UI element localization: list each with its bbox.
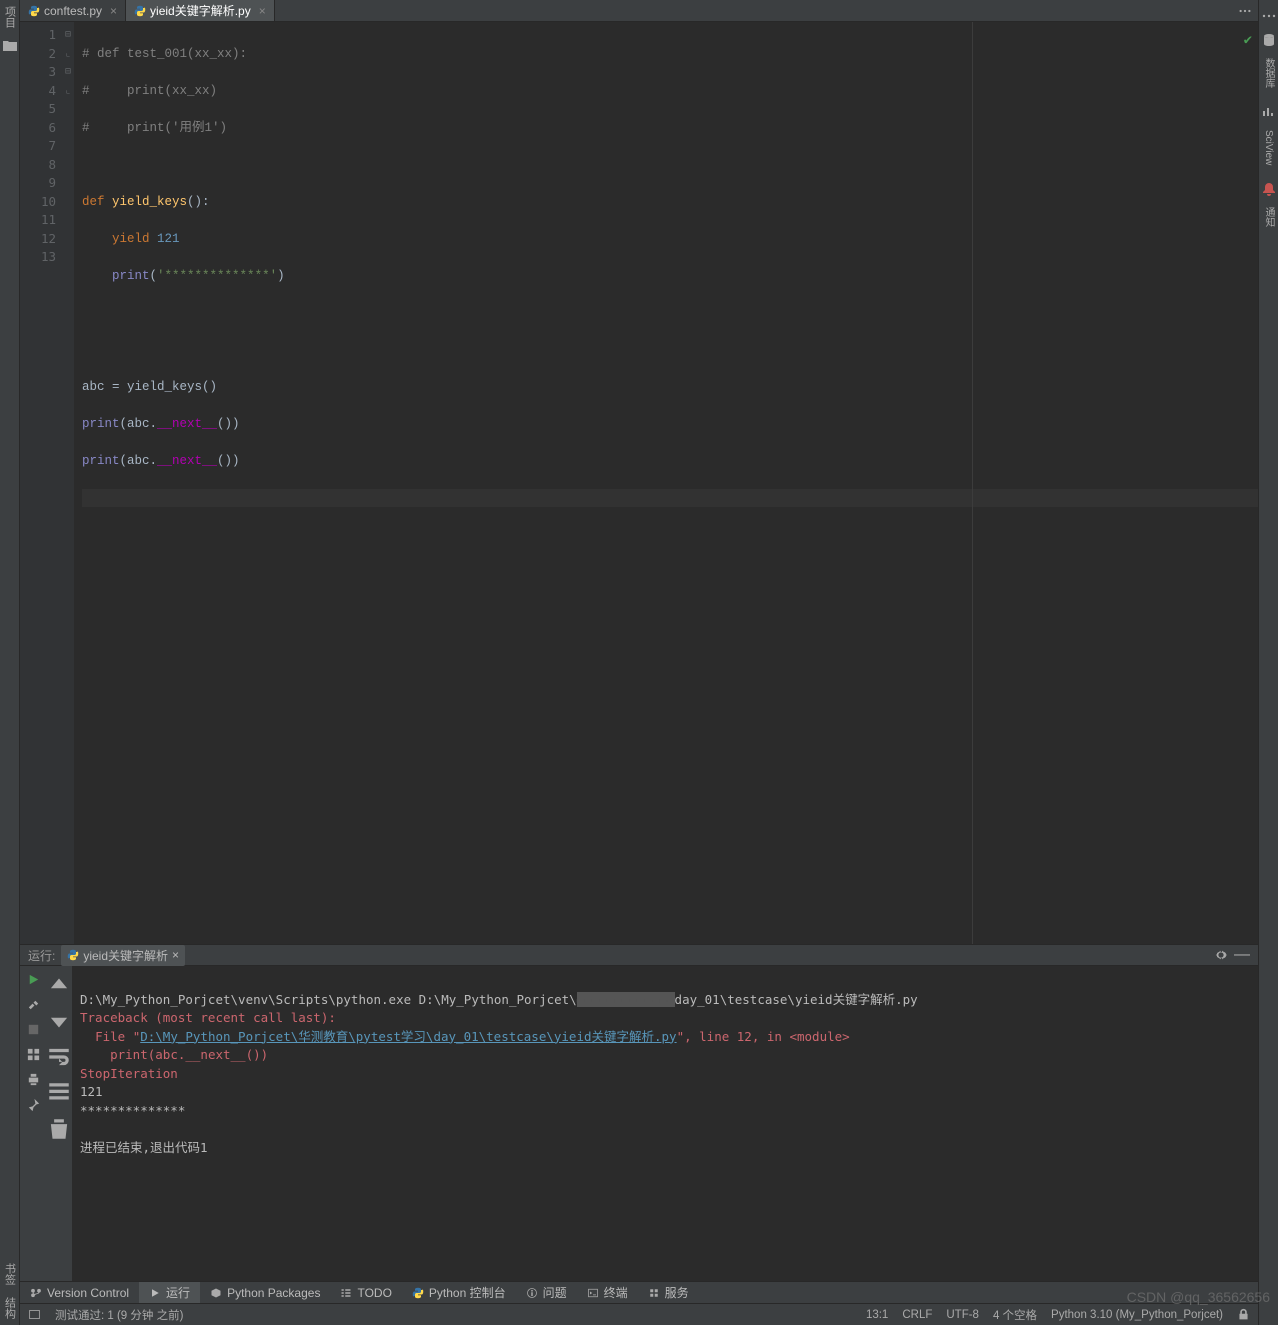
interpreter[interactable]: Python 3.10 (My_Python_Porjcet): [1051, 1309, 1223, 1321]
editor-tabs: conftest.py × yieid关键字解析.py ×: [20, 0, 1258, 22]
tab-terminal[interactable]: 终端: [577, 1282, 638, 1303]
python-icon: [28, 5, 40, 17]
bookmarks-tool[interactable]: 书签: [2, 1257, 18, 1291]
line-gutter: 12345678910111213: [20, 22, 62, 944]
sciview-tool[interactable]: SciView: [1263, 124, 1274, 171]
close-icon[interactable]: ×: [110, 4, 117, 18]
left-sidebar: 项目 书签 结构: [0, 0, 20, 1325]
run-label: 运行:: [28, 947, 55, 964]
play-icon: [149, 1287, 161, 1299]
down-icon[interactable]: [46, 1008, 72, 1034]
tab-pyconsole[interactable]: Python 控制台: [402, 1282, 516, 1303]
right-sidebar: 数据库 SciView 通知: [1258, 0, 1278, 1325]
up-icon[interactable]: [46, 972, 72, 998]
tab-packages[interactable]: Python Packages: [200, 1282, 330, 1303]
tool-icon[interactable]: [26, 997, 41, 1012]
indent[interactable]: 4 个空格: [993, 1307, 1037, 1323]
python-icon: [412, 1287, 424, 1299]
scroll-icon[interactable]: [46, 1080, 72, 1106]
gear-icon[interactable]: [1214, 948, 1228, 962]
sciview-icon[interactable]: [1261, 104, 1277, 120]
console-toolbar: [46, 966, 72, 1281]
stop-icon[interactable]: [26, 1022, 41, 1037]
print-icon[interactable]: [26, 1072, 41, 1087]
tab-label: yieid关键字解析.py: [150, 2, 251, 19]
more-icon[interactable]: [1261, 8, 1277, 24]
tab-yield[interactable]: yieid关键字解析.py ×: [126, 0, 275, 21]
more-icon[interactable]: [1238, 4, 1252, 18]
inspection-ok-icon[interactable]: ✔: [1244, 32, 1252, 51]
terminal-icon: [587, 1287, 599, 1299]
fold-gutter[interactable]: ⊟⌞⊟⌞: [62, 22, 74, 944]
trash-icon[interactable]: [46, 1116, 72, 1142]
minimize-icon[interactable]: —: [1234, 946, 1250, 964]
tab-services[interactable]: 服务: [638, 1282, 699, 1303]
rerun-icon[interactable]: [26, 972, 41, 987]
run-tab[interactable]: yieid关键字解析 ×: [61, 945, 185, 966]
editor[interactable]: 12345678910111213 ⊟⌞⊟⌞ # def test_001(xx…: [20, 22, 1258, 944]
cursor-position[interactable]: 13:1: [866, 1309, 888, 1321]
tab-vcs[interactable]: Version Control: [20, 1282, 139, 1303]
tab-problems[interactable]: 问题: [516, 1282, 577, 1303]
database-tool[interactable]: 数据库: [1261, 52, 1276, 94]
run-header: 运行: yieid关键字解析 × —: [20, 944, 1258, 966]
code-area[interactable]: # def test_001(xx_xx): # print(xx_xx) # …: [74, 22, 1258, 944]
tab-conftest[interactable]: conftest.py ×: [20, 0, 126, 21]
encoding[interactable]: UTF-8: [946, 1309, 979, 1321]
status-bar: 测试通过: 1 (9 分钟 之前) 13:1 CRLF UTF-8 4 个空格 …: [20, 1303, 1258, 1325]
test-status[interactable]: 测试通过: 1 (9 分钟 之前): [55, 1307, 183, 1323]
run-toolbar: [20, 966, 46, 1281]
console-output[interactable]: D:\My_Python_Porjcet\venv\Scripts\python…: [72, 966, 1258, 1281]
notifications-tool[interactable]: 通知: [1261, 201, 1276, 233]
branch-icon: [30, 1287, 42, 1299]
package-icon: [210, 1287, 222, 1299]
status-icon[interactable]: [28, 1308, 41, 1321]
todo-icon: [340, 1287, 352, 1299]
project-tool[interactable]: 项目: [2, 0, 18, 34]
bottom-tabs: Version Control 运行 Python Packages TODO …: [20, 1281, 1258, 1303]
tab-label: conftest.py: [44, 4, 102, 18]
services-icon: [648, 1287, 660, 1299]
run-panel: D:\My_Python_Porjcet\venv\Scripts\python…: [20, 966, 1258, 1281]
folder-icon[interactable]: [2, 38, 18, 54]
close-icon[interactable]: ×: [259, 4, 266, 18]
python-icon: [67, 949, 79, 961]
layout-icon[interactable]: [26, 1047, 41, 1062]
python-icon: [134, 5, 146, 17]
info-icon: [526, 1287, 538, 1299]
close-icon[interactable]: ×: [172, 948, 179, 962]
file-link[interactable]: D:\My_Python_Porjcet\华测教育\pytest学习\day_0…: [140, 1029, 676, 1044]
tab-run[interactable]: 运行: [139, 1282, 200, 1303]
bell-icon[interactable]: [1261, 181, 1277, 197]
structure-tool[interactable]: 结构: [2, 1291, 18, 1325]
database-icon[interactable]: [1261, 32, 1277, 48]
lock-icon[interactable]: [1237, 1308, 1250, 1321]
wrap-icon[interactable]: [46, 1044, 72, 1070]
pin-icon[interactable]: [26, 1097, 41, 1112]
line-separator[interactable]: CRLF: [902, 1309, 932, 1321]
right-margin: [972, 22, 973, 944]
tab-todo[interactable]: TODO: [330, 1282, 401, 1303]
